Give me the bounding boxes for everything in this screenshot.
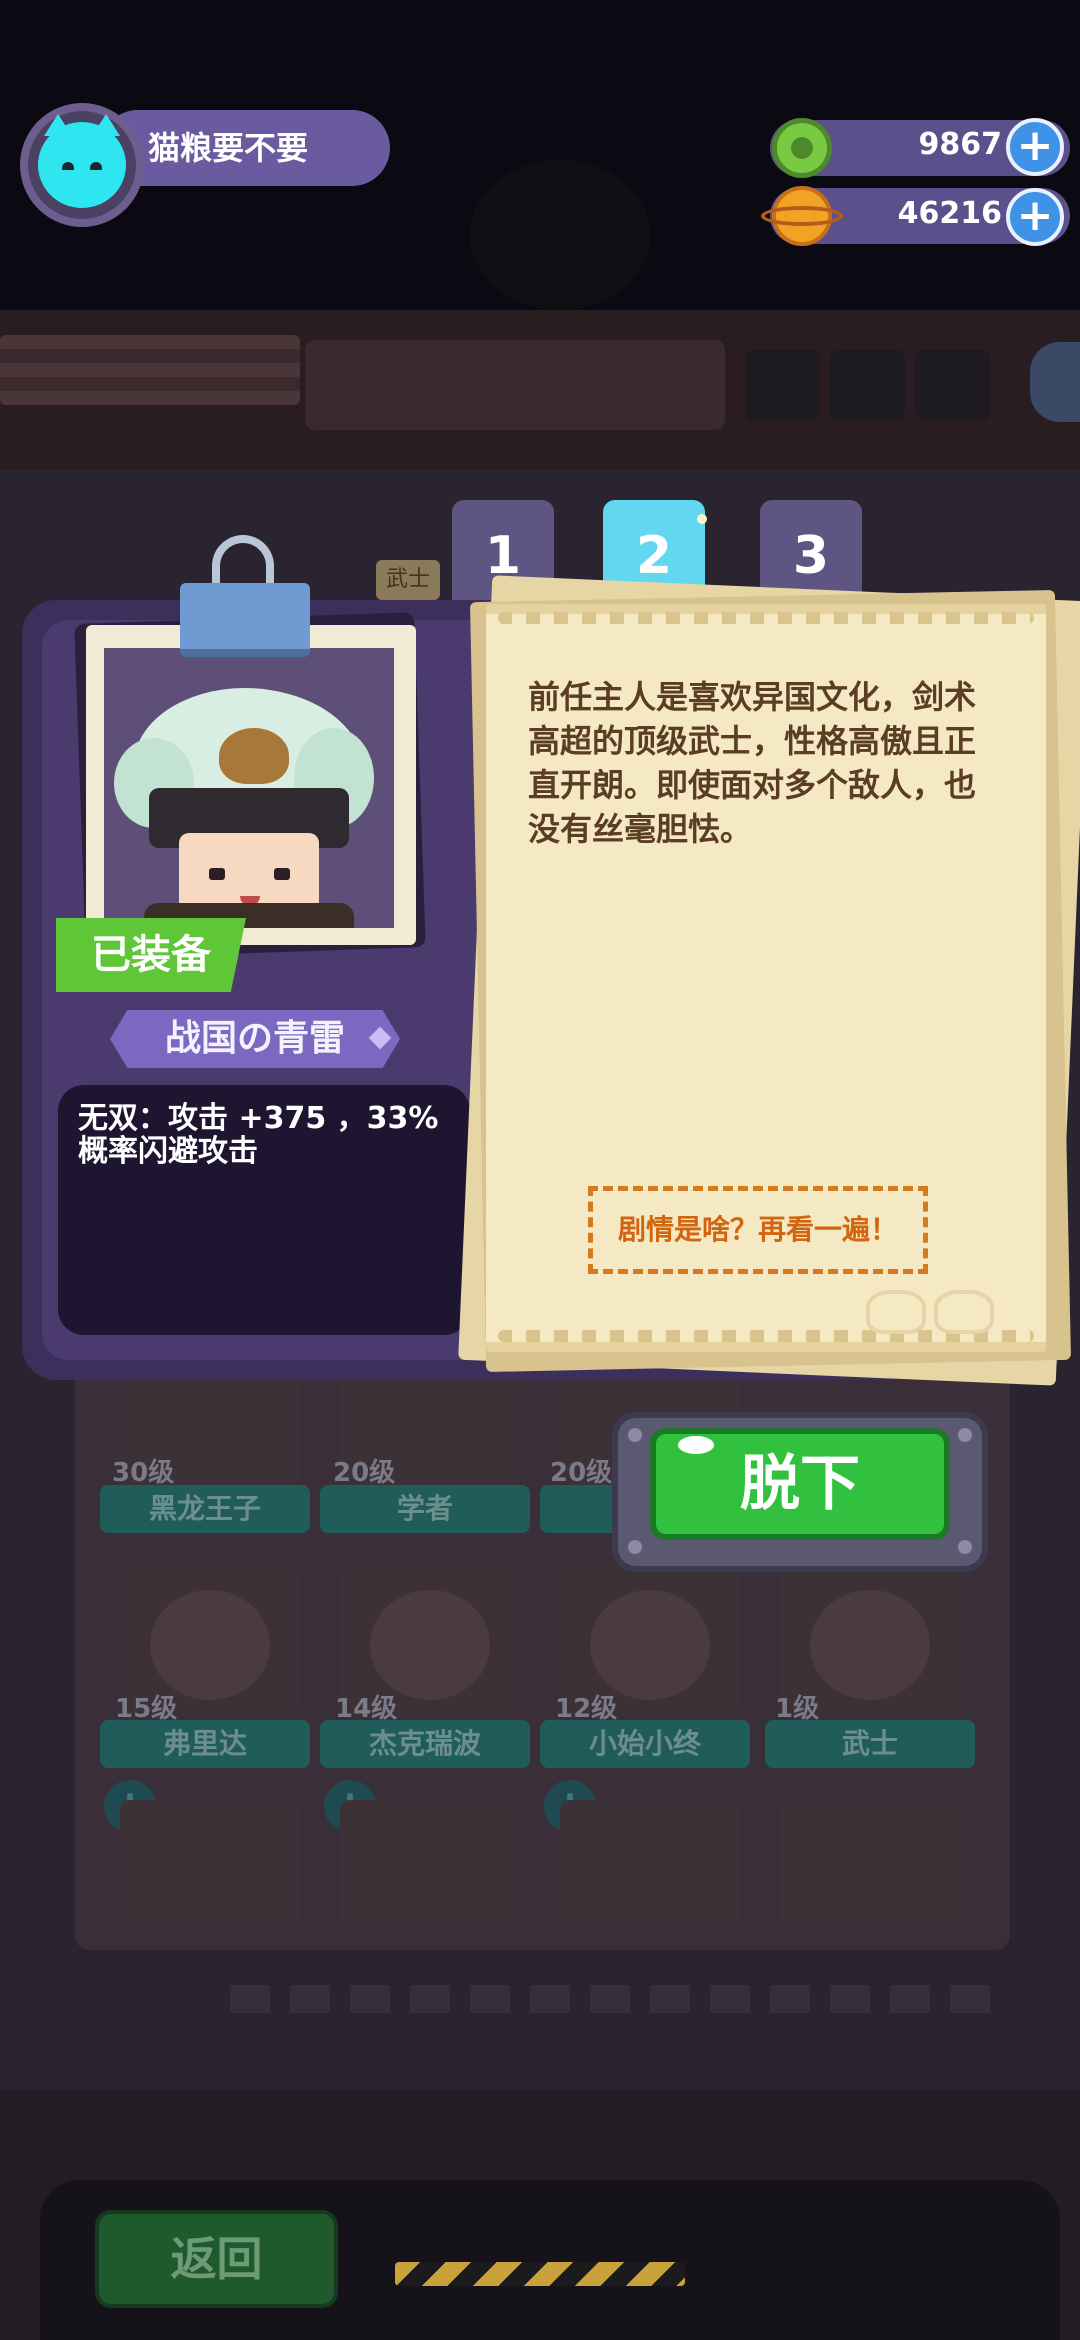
bunny-stamp-icon <box>866 1290 926 1334</box>
backstory-text: 前任主人是喜欢异国文化，剑术高超的顶级武士，性格高傲且正直开朗。即使面对多个敌人… <box>528 678 977 848</box>
shelf-slot <box>745 350 820 420</box>
roster-portrait <box>150 1590 270 1700</box>
add-currency-icon[interactable]: + <box>1006 118 1064 176</box>
cat-ear <box>92 114 120 136</box>
roster-card <box>780 1800 960 1930</box>
bolt-icon <box>958 1428 972 1442</box>
portrait-eye <box>274 868 290 880</box>
username: 猫粮要不要 <box>148 129 309 167</box>
bolt-icon <box>958 1540 972 1554</box>
tab-notification-dot <box>697 514 707 524</box>
roster-level: 20级 <box>333 1458 396 1488</box>
cat-ear <box>44 114 72 136</box>
currency-value: 9867 <box>918 127 1003 162</box>
back-button-label: 返回 <box>170 2232 263 2286</box>
equipped-badge: 已装备 <box>56 918 246 992</box>
scissors-icon[interactable] <box>1030 342 1080 422</box>
button-shine <box>678 1436 714 1454</box>
roster-name: 学者 <box>320 1485 530 1533</box>
parchment-fringe <box>498 612 1034 624</box>
roster-name: 武士 <box>765 1720 975 1768</box>
background-tab-tag: 武士 <box>376 560 440 600</box>
roster-footer-text <box>230 1985 990 2013</box>
shelf-slot <box>830 350 905 420</box>
roster-card <box>560 1800 740 1930</box>
skill-description: 无双：攻击 +375 ，33%概率闪避攻击 <box>78 1101 439 1169</box>
roster-portrait <box>370 1590 490 1700</box>
cat-eye <box>90 162 102 170</box>
cat-avatar-icon <box>38 114 126 208</box>
shelf-stripes <box>0 335 300 405</box>
cat-eye <box>62 162 74 170</box>
roster-level: 30级 <box>112 1458 175 1488</box>
planet-ring <box>761 206 843 226</box>
roster-name: 小始小终 <box>540 1720 750 1768</box>
bolt-icon <box>628 1540 642 1554</box>
roster-card <box>120 1800 300 1930</box>
roster-name: 杰克瑞波 <box>320 1720 530 1768</box>
bunny-stamp-icon <box>934 1290 994 1334</box>
back-button[interactable]: 返回 <box>95 2210 338 2308</box>
shelf-slot <box>915 350 990 420</box>
ceiling-fan-decoration <box>470 160 650 310</box>
roster-portrait <box>590 1590 710 1700</box>
roster-name: 弗里达 <box>100 1720 310 1768</box>
currency-value: 46216 <box>897 196 1002 231</box>
roster-portrait <box>810 1590 930 1700</box>
portrait-skull-crest <box>219 728 289 784</box>
bolt-icon <box>628 1428 642 1442</box>
samurai-portrait <box>104 648 394 928</box>
replay-story-button[interactable]: 剧情是啥？再看一遍！ <box>588 1186 928 1274</box>
portrait-eye <box>209 868 225 880</box>
roster-name: 黑龙王子 <box>100 1485 310 1533</box>
outfit-name: 战国の青雷 <box>110 1010 400 1068</box>
binder-clip-icon <box>180 583 310 657</box>
roster-level: 20级 <box>550 1458 613 1488</box>
add-currency-icon[interactable]: + <box>1006 188 1064 246</box>
green-coin-icon <box>772 118 832 178</box>
caution-stripe <box>395 2262 685 2286</box>
roster-name <box>540 1485 620 1533</box>
roster-card <box>340 1800 520 1930</box>
shelf-box <box>305 340 725 430</box>
